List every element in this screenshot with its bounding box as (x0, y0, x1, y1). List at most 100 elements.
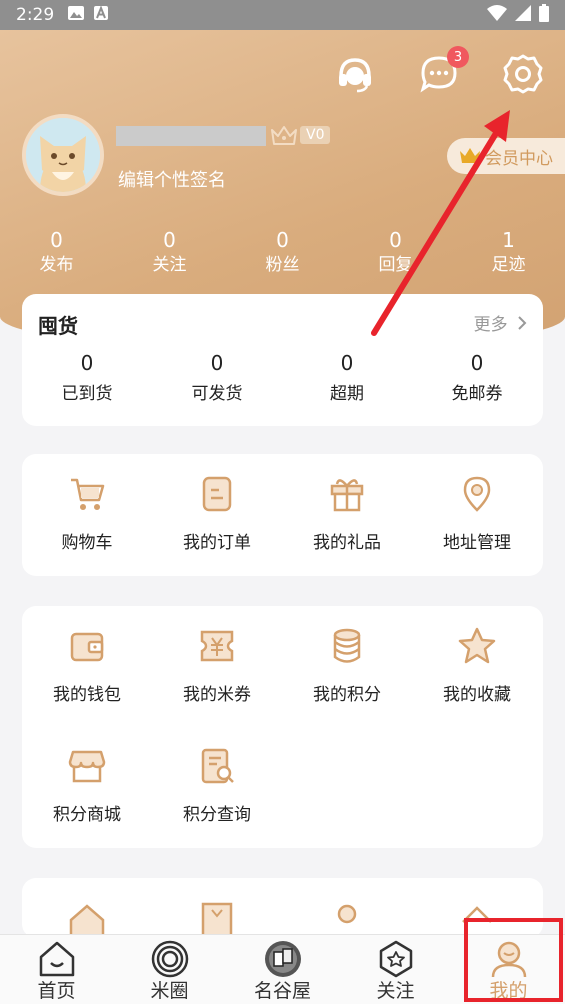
hoard-arrived[interactable]: 0 已到货 (22, 350, 152, 412)
home-icon (39, 941, 74, 977)
username-redacted (116, 126, 266, 146)
follow-icon (379, 940, 412, 978)
hoard-free-shipping[interactable]: 0 免邮券 (412, 350, 542, 412)
valley-icon (264, 941, 301, 977)
my-wallet-button[interactable]: 我的钱包 (22, 626, 152, 746)
status-bar: 2:29 (0, 0, 565, 30)
address-management-button[interactable]: 地址管理 (412, 474, 542, 594)
partial-item (282, 900, 412, 938)
cat-avatar-icon (26, 118, 100, 192)
wallet-card: 我的钱包 我的米券 我的积分 我的收藏 积分商城 积分查询 (22, 606, 543, 848)
points-query-label: 积分查询 (183, 805, 251, 825)
my-favorites-button[interactable]: 我的收藏 (412, 626, 542, 746)
hoard-number: 0 (470, 351, 484, 375)
bottom-tab-bar: 首页 米圈 名谷屋 关注 我的 (0, 934, 565, 1004)
chevron-right-icon (518, 316, 527, 330)
battery-icon (539, 3, 549, 27)
my-coupons-button[interactable]: 我的米券 (152, 626, 282, 746)
messages-button[interactable]: 3 (417, 46, 469, 96)
stat-label: 足迹 (491, 255, 526, 275)
hoard-number: 0 (210, 351, 224, 375)
stat-label: 发布 (39, 255, 74, 275)
cart-button[interactable]: 购物车 (22, 474, 152, 594)
message-count-badge: 3 (447, 46, 469, 68)
my-gifts-label: 我的礼品 (313, 533, 381, 553)
wallet-icon (70, 632, 104, 662)
query-icon (201, 748, 234, 784)
shop-icon (68, 750, 106, 783)
partial-item (412, 900, 542, 938)
my-orders-button[interactable]: 我的订单 (152, 474, 282, 594)
points-query-button[interactable]: 积分查询 (152, 746, 282, 866)
stat-number: 0 (50, 228, 63, 252)
my-gifts-button[interactable]: 我的礼品 (282, 474, 412, 594)
tab-mi-circle[interactable]: 米圈 (113, 935, 226, 1004)
header-actions: 3 (333, 46, 545, 96)
points-mall-label: 积分商城 (53, 805, 121, 825)
stat-replies[interactable]: 0 回复 (339, 228, 452, 278)
address-management-label: 地址管理 (443, 533, 511, 553)
wifi-icon (487, 4, 507, 26)
crown-icon (271, 126, 297, 145)
order-icon (202, 476, 232, 512)
more-label: 更多 (473, 315, 508, 335)
tab-label: 我的 (489, 980, 528, 1002)
coupon-icon (200, 630, 234, 662)
my-coupons-label: 我的米券 (183, 685, 251, 705)
member-center-button[interactable]: 会员中心 (447, 138, 565, 174)
my-points-button[interactable]: 我的积分 (282, 626, 412, 746)
stat-number: 0 (276, 228, 289, 252)
tab-follow[interactable]: 关注 (339, 935, 452, 1004)
yuan-icon (201, 902, 233, 938)
hoard-label: 免邮券 (451, 384, 503, 404)
tag-icon (462, 906, 492, 923)
tab-home[interactable]: 首页 (0, 935, 113, 1004)
profile-icon (491, 941, 526, 978)
gift-icon (330, 479, 364, 512)
tab-label: 米圈 (150, 980, 189, 1002)
settings-button[interactable] (501, 52, 545, 96)
vip-level-badge[interactable]: V0 (270, 124, 331, 146)
hoard-card: 囤货 更多 0 已到货 0 可发货 0 超期 0 免邮券 (22, 294, 543, 426)
hoard-shippable[interactable]: 0 可发货 (152, 350, 282, 412)
stat-following[interactable]: 0 关注 (113, 228, 226, 278)
stat-posts[interactable]: 0 发布 (0, 228, 113, 278)
points-mall-button[interactable]: 积分商城 (22, 746, 152, 866)
more-services-card (22, 878, 543, 938)
my-points-label: 我的积分 (313, 685, 381, 705)
stat-number: 0 (163, 228, 176, 252)
my-orders-label: 我的订单 (183, 533, 251, 553)
stat-fans[interactable]: 0 粉丝 (226, 228, 339, 278)
star-icon (458, 627, 496, 664)
hoard-overdue[interactable]: 0 超期 (282, 350, 412, 412)
tab-mine[interactable]: 我的 (452, 935, 565, 1004)
vip-level-text: V0 (300, 126, 331, 144)
edit-signature-link[interactable]: 编辑个性签名 (118, 166, 226, 192)
points-icon (333, 628, 361, 663)
partial-item (152, 900, 282, 938)
stat-footprints[interactable]: 1 足迹 (452, 228, 565, 278)
hoard-number: 0 (80, 351, 94, 375)
status-time: 2:29 (16, 5, 55, 25)
avatar[interactable] (22, 114, 104, 196)
tab-label: 首页 (37, 980, 76, 1002)
stat-label: 关注 (152, 255, 187, 275)
hoard-label: 超期 (330, 384, 364, 404)
person-icon (337, 904, 357, 924)
stat-label: 粉丝 (265, 255, 300, 275)
orders-card: 购物车 我的订单 我的礼品 地址管理 (22, 454, 543, 576)
hoard-label: 已到货 (61, 384, 113, 404)
signal-icon (515, 4, 531, 26)
customer-service-button[interactable] (333, 52, 377, 96)
headset-icon (339, 58, 371, 93)
tab-label: 名谷屋 (253, 980, 311, 1002)
hoard-row: 0 已到货 0 可发货 0 超期 0 免邮券 (22, 350, 543, 412)
stats-row: 0 发布 0 关注 0 粉丝 0 回复 1 足迹 (0, 228, 565, 278)
hoard-label: 可发货 (191, 384, 243, 404)
hoard-more-link[interactable]: 更多 (474, 310, 527, 335)
stat-number: 0 (389, 228, 402, 252)
house-icon (69, 904, 105, 938)
location-icon (463, 476, 491, 512)
my-wallet-label: 我的钱包 (53, 685, 121, 705)
tab-valley-house[interactable]: 名谷屋 (226, 935, 339, 1004)
